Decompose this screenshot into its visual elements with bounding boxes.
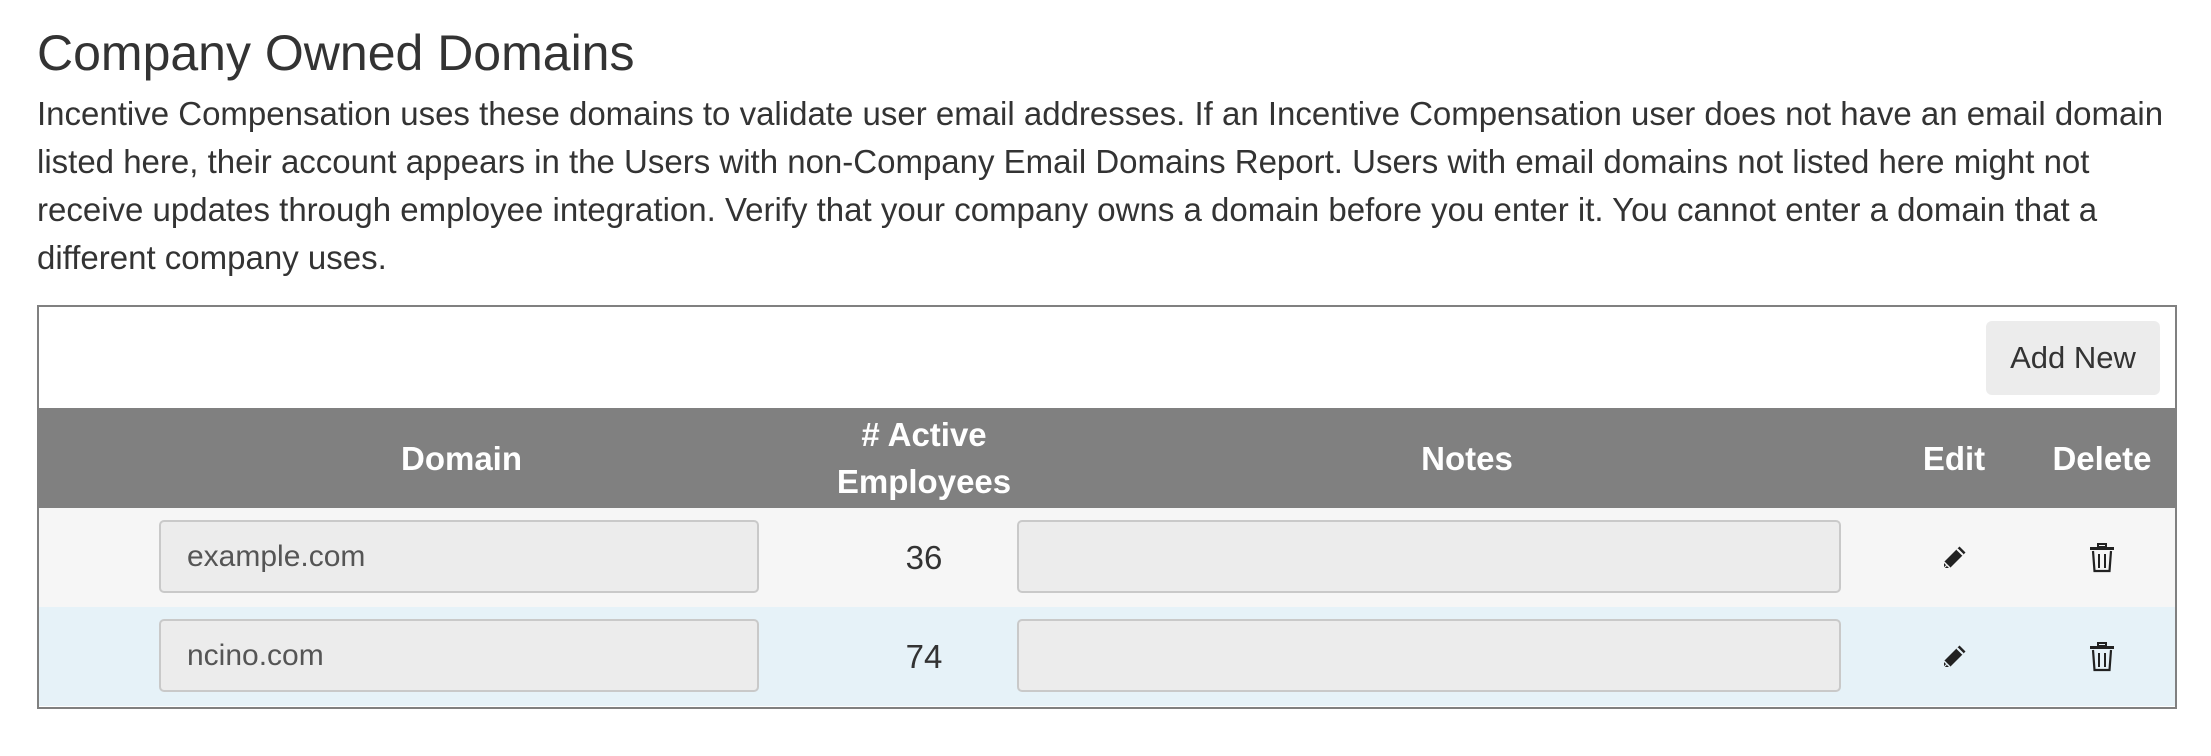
add-new-button[interactable]: Add New (1986, 321, 2160, 395)
edit-button[interactable] (1879, 508, 2029, 607)
column-header-edit: Edit (1922, 439, 1986, 477)
column-header-active-employees[interactable]: # Active Employees (824, 408, 1024, 508)
column-header-notes[interactable]: Notes (1017, 408, 1917, 508)
trash-icon (2090, 542, 2114, 572)
column-header-active-line2: Employees (836, 463, 1012, 500)
domains-panel: Add New Domain # Active Employees Notes … (37, 305, 2177, 709)
trash-icon (2090, 641, 2114, 671)
delete-button[interactable] (2029, 607, 2175, 706)
pencil-icon (1943, 546, 1966, 569)
column-header-active-employees-label: # Active Employees (837, 411, 1011, 505)
domain-input[interactable] (159, 520, 759, 593)
notes-input[interactable] (1017, 619, 1841, 692)
active-employees-count: 74 (905, 637, 943, 675)
pencil-icon (1943, 645, 1966, 668)
table-row: 36 (39, 508, 2175, 607)
table-row: 74 (39, 607, 2175, 706)
column-header-domain[interactable]: Domain (39, 408, 884, 508)
active-employees-count: 36 (905, 538, 943, 576)
domains-table: Domain # Active Employees Notes Edit Del… (39, 408, 2175, 707)
domain-input[interactable] (159, 619, 759, 692)
page-title: Company Owned Domains (37, 25, 635, 81)
page: Company Owned Domains Incentive Compensa… (0, 0, 2211, 756)
table-header: Domain # Active Employees Notes Edit Del… (39, 408, 2175, 508)
column-header-delete: Delete (2052, 439, 2152, 477)
column-header-active-line1: # Active (861, 416, 987, 453)
notes-input[interactable] (1017, 520, 1841, 593)
delete-button[interactable] (2029, 508, 2175, 607)
edit-button[interactable] (1879, 607, 2029, 706)
page-description: Incentive Compensation uses these domain… (37, 95, 2164, 276)
toolbar: Add New (39, 307, 2175, 408)
